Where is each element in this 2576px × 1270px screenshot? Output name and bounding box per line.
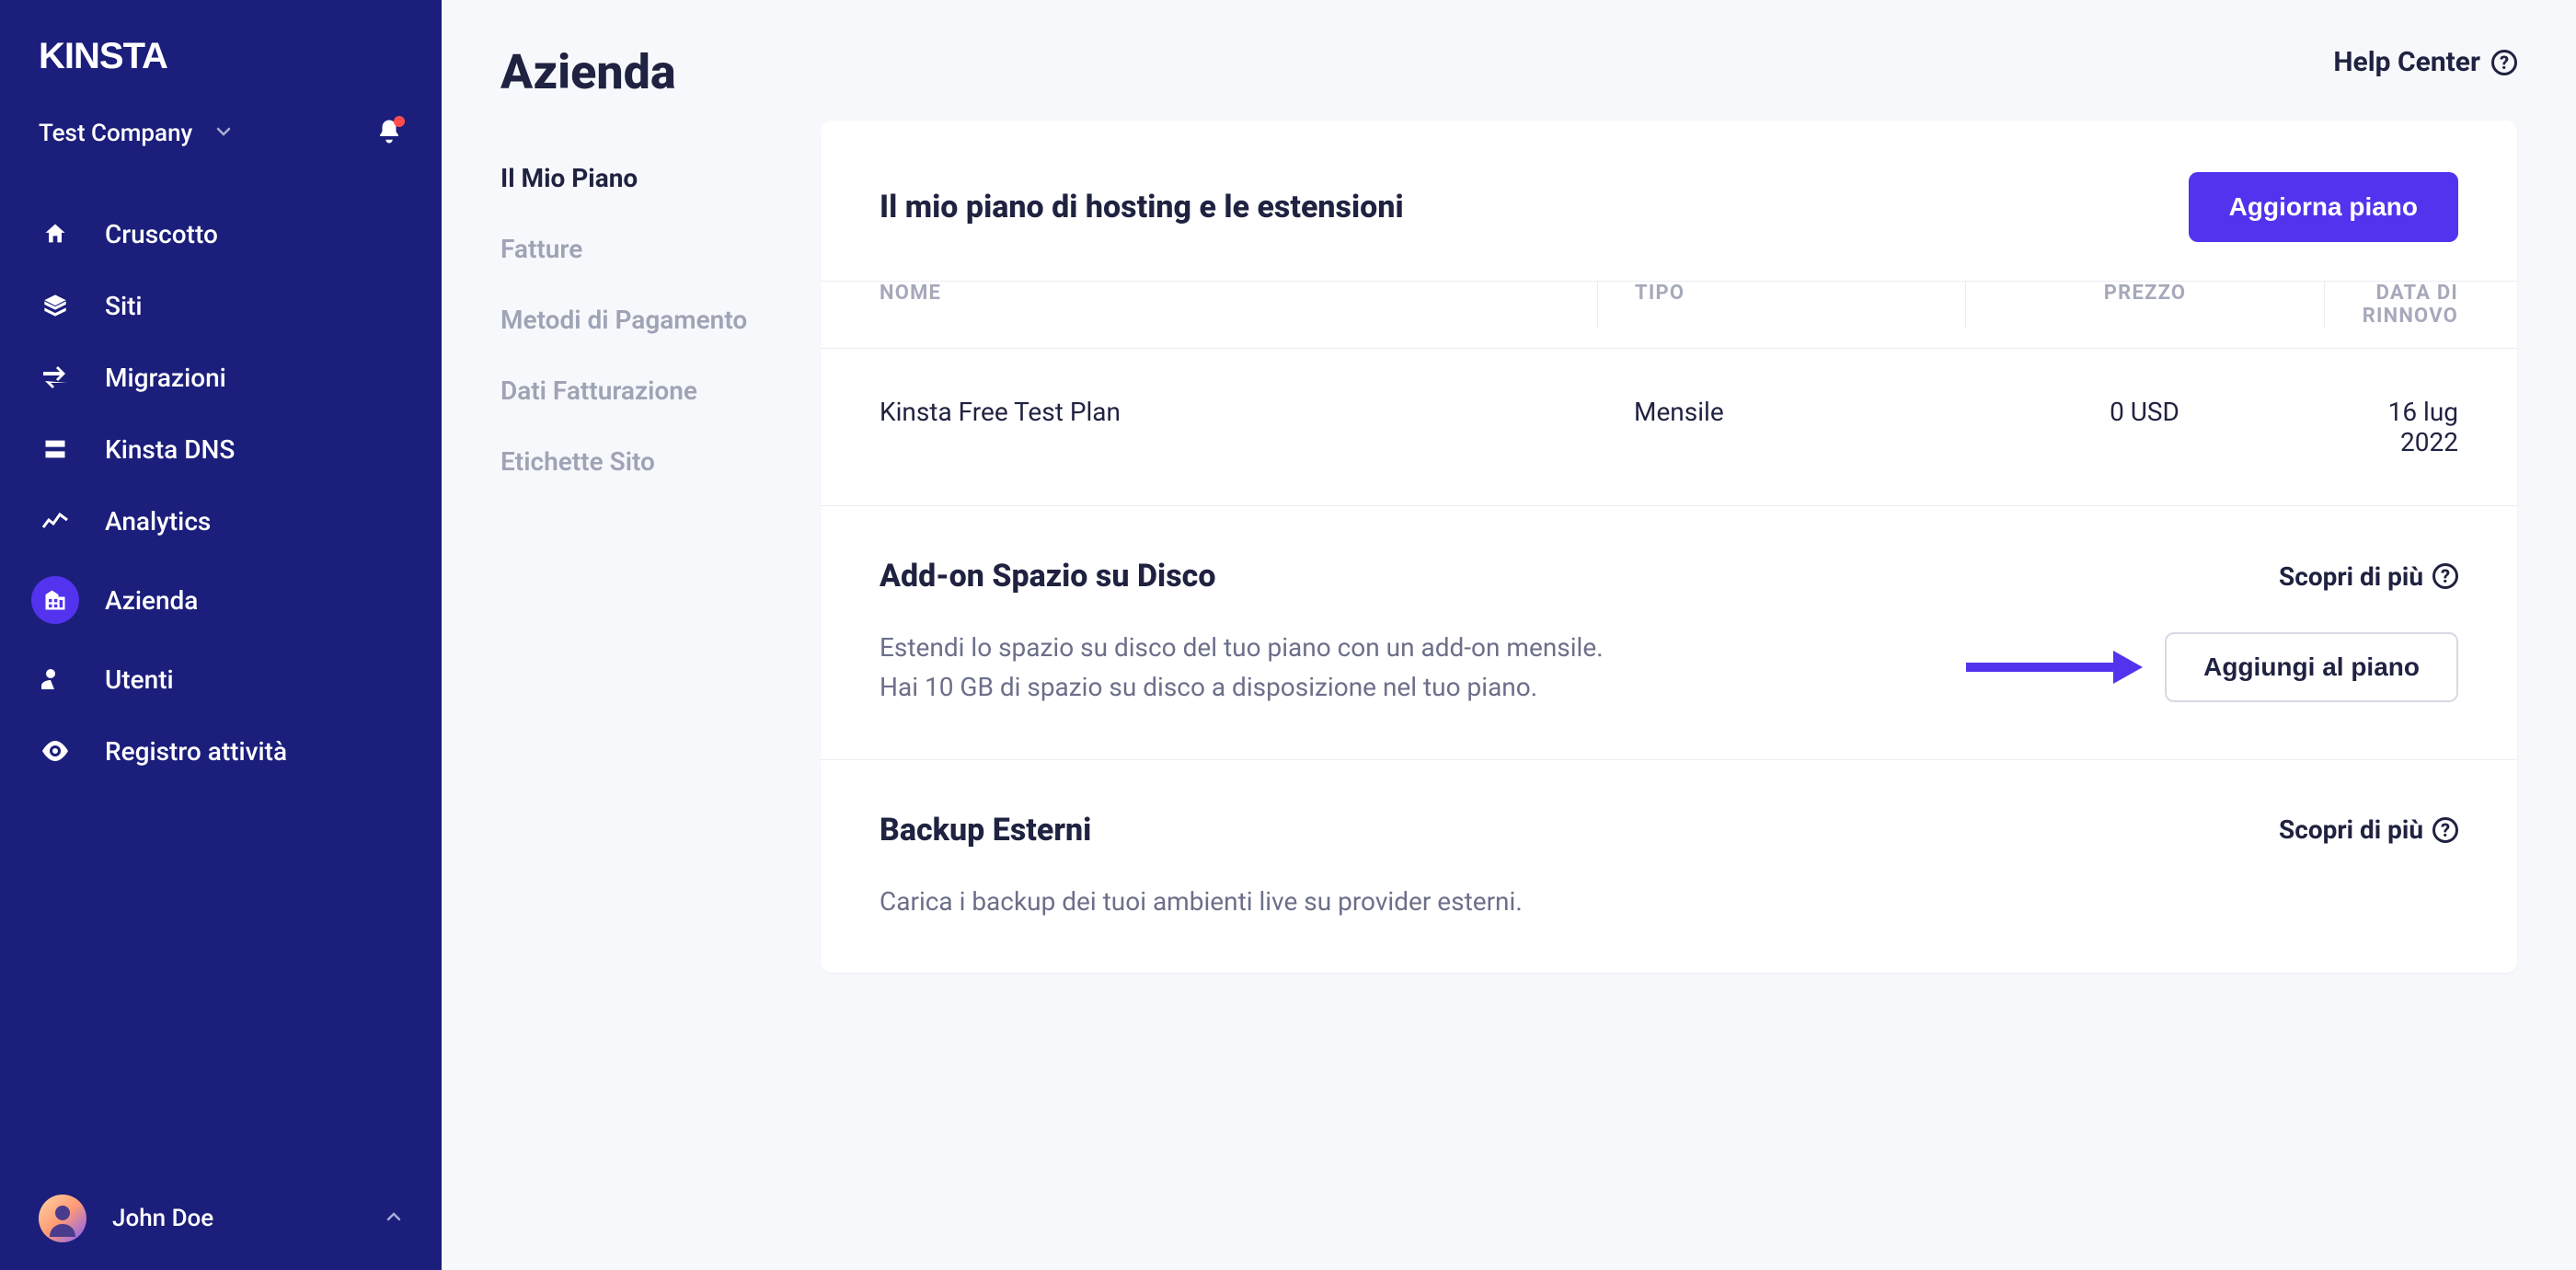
plan-type: Mensile — [1597, 397, 1965, 457]
header-row: Help Center ? — [821, 46, 2517, 78]
main-content: Help Center ? Il mio piano di hosting e … — [821, 0, 2576, 1270]
disk-addon-title: Add-on Spazio su Disco — [880, 558, 1216, 595]
analytics-icon — [39, 504, 72, 537]
sidebar: KINSTA Test Company Cruscotto Siti Migra… — [0, 0, 442, 1270]
plan-name: Kinsta Free Test Plan — [880, 397, 1597, 457]
chevron-down-icon — [214, 122, 233, 144]
sidebar-item-siti[interactable]: Siti — [0, 272, 442, 339]
notifications-button[interactable] — [375, 118, 403, 149]
col-header-name: NOME — [880, 282, 1597, 328]
logo-text: KINSTA — [39, 37, 167, 76]
avatar — [39, 1195, 86, 1242]
layers-icon — [39, 289, 72, 322]
nav-label: Analytics — [105, 506, 211, 537]
sidebar-item-cruscotto[interactable]: Cruscotto — [0, 201, 442, 267]
company-selector-row: Test Company — [0, 118, 442, 201]
col-header-type: TIPO — [1597, 282, 1965, 328]
plan-price: 0 USD — [1965, 397, 2324, 457]
company-icon — [31, 576, 79, 624]
sidebar-item-dns[interactable]: Kinsta DNS — [0, 416, 442, 482]
subnav-item-fatturazione[interactable]: Dati Fatturazione — [500, 375, 821, 406]
sidebar-item-utenti[interactable]: Utenti — [0, 646, 442, 712]
col-header-renew: DATA DI RINNOVO — [2324, 282, 2458, 328]
company-name: Test Company — [39, 120, 192, 147]
nav-label: Utenti — [105, 664, 174, 695]
main-card: Il mio piano di hosting e le estensioni … — [821, 121, 2517, 973]
user-menu[interactable]: John Doe — [0, 1195, 442, 1242]
nav-label: Azienda — [105, 585, 198, 616]
dns-icon — [39, 433, 72, 466]
users-icon — [39, 663, 72, 696]
user-name: John Doe — [112, 1205, 213, 1232]
help-center-link[interactable]: Help Center ? — [2333, 46, 2517, 78]
subnav-item-piano[interactable]: Il Mio Piano — [500, 163, 821, 193]
question-icon: ? — [2432, 817, 2458, 843]
nav-label: Kinsta DNS — [105, 434, 235, 465]
sidebar-item-registro[interactable]: Registro attività — [0, 718, 442, 784]
desc-line: Estendi lo spazio su disco del tuo piano… — [880, 632, 1604, 663]
subnav: Azienda Il Mio Piano Fatture Metodi di P… — [442, 0, 821, 1270]
plan-table-row: Kinsta Free Test Plan Mensile 0 USD 16 l… — [821, 349, 2517, 506]
add-to-plan-button[interactable]: Aggiungi al piano — [2165, 632, 2458, 702]
learn-more-label: Scopri di più — [2279, 561, 2423, 592]
sidebar-item-analytics[interactable]: Analytics — [0, 488, 442, 554]
question-icon: ? — [2432, 563, 2458, 589]
logo: KINSTA — [39, 37, 442, 81]
backup-desc: Carica i backup dei tuoi ambienti live s… — [880, 882, 1523, 921]
upgrade-plan-button[interactable]: Aggiorna piano — [2189, 172, 2458, 242]
question-icon: ? — [2491, 50, 2517, 75]
subnav-item-pagamento[interactable]: Metodi di Pagamento — [500, 305, 821, 335]
desc-line: Hai 10 GB di spazio su disco a disposizi… — [880, 672, 1537, 702]
sidebar-item-azienda[interactable]: Azienda — [0, 560, 442, 641]
disk-addon-desc: Estendi lo spazio su disco del tuo piano… — [880, 628, 1604, 708]
plan-renew: 16 lug 2022 — [2324, 397, 2458, 457]
nav-label: Cruscotto — [105, 219, 218, 249]
disk-learn-more-link[interactable]: Scopri di più ? — [2279, 561, 2458, 592]
plan-section-header: Il mio piano di hosting e le estensioni … — [821, 121, 2517, 282]
home-icon — [39, 217, 72, 250]
sidebar-item-migrazioni[interactable]: Migrazioni — [0, 344, 442, 410]
plan-section-title: Il mio piano di hosting e le estensioni — [880, 189, 1404, 225]
notification-dot — [394, 116, 405, 127]
eye-icon — [39, 734, 72, 768]
annotation-arrow — [1966, 651, 2143, 684]
subnav-item-fatture[interactable]: Fatture — [500, 234, 821, 264]
nav-label: Registro attività — [105, 736, 287, 767]
col-header-price: PREZZO — [1965, 282, 2324, 328]
page-title: Azienda — [500, 44, 821, 100]
plan-table-header: NOME TIPO PREZZO DATA DI RINNOVO — [821, 282, 2517, 349]
migrate-icon — [39, 361, 72, 394]
backup-section: Backup Esterni Scopri di più ? Carica i … — [821, 760, 2517, 973]
nav-list: Cruscotto Siti Migrazioni Kinsta DNS Ana… — [0, 201, 442, 784]
backup-learn-more-link[interactable]: Scopri di più ? — [2279, 814, 2458, 845]
backup-title: Backup Esterni — [880, 812, 1091, 849]
nav-label: Siti — [105, 291, 143, 321]
learn-more-label: Scopri di più — [2279, 814, 2423, 845]
company-selector[interactable]: Test Company — [39, 120, 233, 147]
subnav-list: Il Mio Piano Fatture Metodi di Pagamento… — [500, 163, 821, 477]
subnav-item-etichette[interactable]: Etichette Sito — [500, 446, 821, 477]
chevron-up-icon — [385, 1207, 403, 1230]
nav-label: Migrazioni — [105, 363, 226, 393]
help-center-label: Help Center — [2333, 46, 2480, 78]
disk-addon-section: Add-on Spazio su Disco Scopri di più ? E… — [821, 506, 2517, 760]
